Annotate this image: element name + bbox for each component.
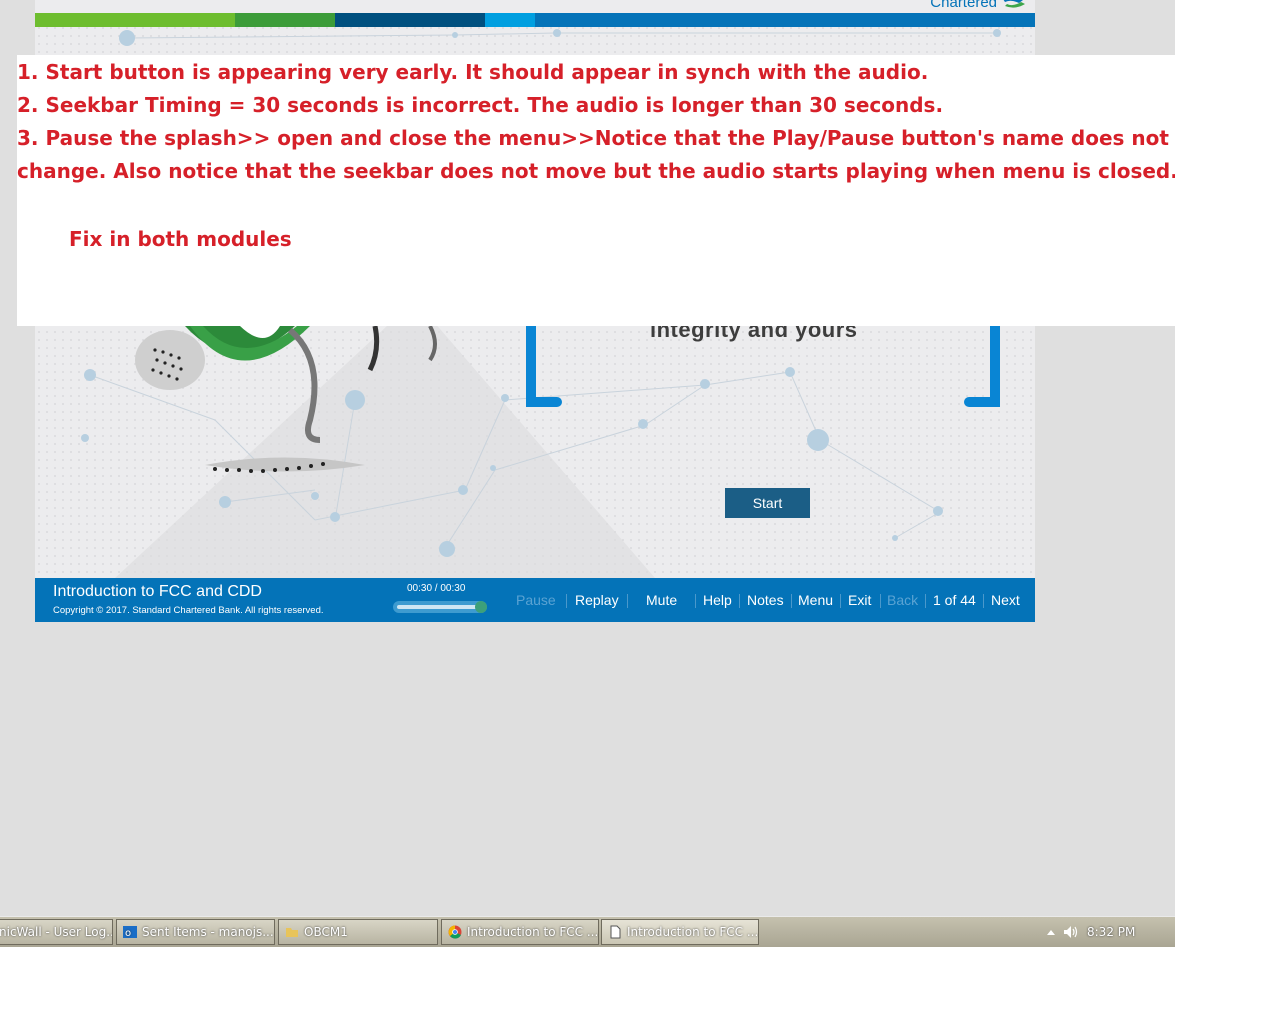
annotation-line-1: 1. Start button is appearing very early.…: [17, 60, 929, 84]
taskbar-item-label: Sent Items - manojs...: [142, 925, 274, 939]
standard-chartered-logo-icon: [1003, 0, 1025, 8]
taskbar-item-document[interactable]: Introduction to FCC ...: [601, 919, 759, 945]
taskbar-item-chrome[interactable]: Introduction to FCC ...: [441, 919, 599, 945]
nav-divider: [983, 594, 984, 608]
chrome-icon: [448, 925, 462, 939]
brand-color-bar: [35, 13, 1035, 27]
nav-divider: [925, 594, 926, 608]
outlook-icon: o: [123, 926, 137, 939]
volume-icon[interactable]: [1063, 925, 1079, 939]
nav-divider: [739, 594, 740, 608]
next-button[interactable]: Next: [991, 592, 1020, 608]
system-tray: 8:32 PM: [1045, 917, 1175, 947]
page-counter: 1 of 44: [933, 592, 976, 608]
nav-divider: [627, 594, 628, 608]
mute-button[interactable]: Mute: [646, 592, 677, 608]
taskbar-item-label: OBCM1: [304, 925, 348, 939]
desktop-screen: Chartered integrity and yours Start Intr…: [0, 0, 1175, 947]
help-button[interactable]: Help: [703, 592, 732, 608]
brand-name: Chartered: [930, 0, 997, 11]
taskbar-clock: 8:32 PM: [1087, 925, 1136, 939]
replay-button[interactable]: Replay: [575, 592, 619, 608]
annotation-line-2: 2. Seekbar Timing = 30 seconds is incorr…: [17, 93, 944, 117]
back-button[interactable]: Back: [887, 592, 918, 608]
annotation-overlay: 1. Start button is appearing very early.…: [17, 55, 1175, 326]
svg-text:o: o: [125, 928, 131, 939]
folder-icon: [286, 928, 298, 937]
notes-button[interactable]: Notes: [747, 592, 784, 608]
taskbar-item-label: Introduction to FCC ...: [627, 925, 759, 939]
nav-divider: [695, 594, 696, 608]
taskbar-item-sonicwall[interactable]: nicWall - User Log...: [0, 919, 113, 945]
player-control-bar: Introduction to FCC and CDD Copyright © …: [35, 578, 1035, 622]
annotation-line-3: 3. Pause the splash>> open and close the…: [17, 126, 1169, 150]
show-hidden-icons-icon[interactable]: [1047, 929, 1055, 935]
nav-divider: [791, 594, 792, 608]
bracket-left-decoration: [526, 326, 562, 407]
bracket-right-decoration: [964, 326, 1000, 407]
document-icon: [610, 925, 621, 939]
annotation-fix-note: Fix in both modules: [69, 227, 292, 251]
taskbar-item-outlook[interactable]: o Sent Items - manojs...: [116, 919, 275, 945]
annotation-line-4: change. Also notice that the seekbar doe…: [17, 159, 1175, 183]
menu-button[interactable]: Menu: [798, 592, 833, 608]
taskbar-item-label: nicWall - User Log...: [0, 925, 113, 939]
nav-divider: [566, 594, 567, 608]
taskbar: nicWall - User Log... o Sent Items - man…: [0, 916, 1175, 947]
player-nav: Pause Replay Mute Help Notes Menu Exit B…: [35, 592, 1035, 608]
nav-divider: [840, 594, 841, 608]
pause-button[interactable]: Pause: [516, 592, 556, 608]
taskbar-item-obcm1[interactable]: OBCM1: [278, 919, 438, 945]
start-button[interactable]: Start: [725, 488, 810, 518]
exit-button[interactable]: Exit: [848, 592, 871, 608]
taskbar-item-label: Introduction to FCC ...: [467, 925, 599, 939]
nav-divider: [880, 594, 881, 608]
